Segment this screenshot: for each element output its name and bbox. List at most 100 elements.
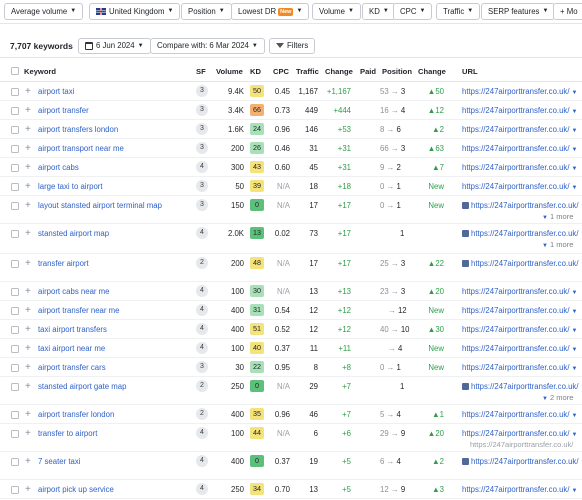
serp-features-badge[interactable]: 3 bbox=[196, 361, 208, 373]
filter-dropdown-1[interactable]: United Kingdom ▼ bbox=[89, 3, 181, 20]
serp-features-badge[interactable]: 4 bbox=[196, 455, 208, 467]
add-keyword-icon[interactable]: + bbox=[25, 382, 31, 392]
chevron-down-icon[interactable]: ▼ bbox=[571, 366, 577, 372]
filter-dropdown-2[interactable]: Position ▼ bbox=[181, 3, 232, 20]
add-keyword-icon[interactable]: + bbox=[25, 457, 31, 467]
keyword-link[interactable]: taxi airport transfers bbox=[38, 325, 107, 334]
row-checkbox[interactable] bbox=[11, 288, 19, 296]
filter-dropdown-3[interactable]: Lowest DR New ▼ bbox=[231, 3, 310, 20]
ranking-url[interactable]: https://247airporttransfer.co.uk/▼ bbox=[462, 287, 577, 296]
keyword-link[interactable]: stansted airport gate map bbox=[38, 382, 126, 391]
row-checkbox[interactable] bbox=[11, 345, 19, 353]
keyword-link[interactable]: transfer airport bbox=[38, 259, 89, 268]
col-cpc[interactable]: CPC bbox=[273, 67, 289, 76]
keyword-link[interactable]: airport transfer bbox=[38, 106, 89, 115]
add-keyword-icon[interactable]: + bbox=[25, 201, 31, 211]
filter-dropdown-5[interactable]: KD ▼ bbox=[362, 3, 396, 20]
ranking-url[interactable]: https://247airporttransfer.co.uk/▼ bbox=[462, 363, 577, 372]
chevron-down-icon[interactable]: ▼ bbox=[571, 290, 577, 296]
col-traffic[interactable]: Traffic bbox=[296, 67, 319, 76]
serp-features-badge[interactable]: 4 bbox=[196, 323, 208, 335]
col-position[interactable]: Position bbox=[382, 67, 412, 76]
more-urls-toggle[interactable]: ▼ 2 more bbox=[540, 393, 573, 402]
chevron-down-icon[interactable]: ▼ bbox=[571, 347, 577, 353]
keyword-link[interactable]: 7 seater taxi bbox=[38, 457, 80, 466]
filter-dropdown-9[interactable]: + Mo bbox=[553, 3, 582, 20]
col-url[interactable]: URL bbox=[462, 67, 478, 76]
ranking-url[interactable]: https://247airporttransfer.co.uk/▼ bbox=[462, 87, 577, 96]
add-keyword-icon[interactable]: + bbox=[25, 287, 31, 297]
row-checkbox[interactable] bbox=[11, 260, 19, 268]
add-keyword-icon[interactable]: + bbox=[25, 125, 31, 135]
add-keyword-icon[interactable]: + bbox=[25, 106, 31, 116]
col-kd[interactable]: KD bbox=[250, 67, 261, 76]
col-change[interactable]: Change bbox=[325, 67, 353, 76]
serp-features-badge[interactable]: 4 bbox=[196, 342, 208, 354]
add-keyword-icon[interactable]: + bbox=[25, 87, 31, 97]
chevron-down-icon[interactable]: ▼ bbox=[571, 90, 577, 96]
add-keyword-icon[interactable]: + bbox=[25, 485, 31, 495]
add-keyword-icon[interactable]: + bbox=[25, 410, 31, 420]
col-keyword[interactable]: Keyword bbox=[24, 67, 56, 76]
chevron-down-icon[interactable]: ▼ bbox=[571, 128, 577, 134]
row-checkbox[interactable] bbox=[11, 430, 19, 438]
keyword-link[interactable]: transfer to airport bbox=[38, 429, 97, 438]
ranking-url[interactable]: https://247airporttransfer.co.uk/▼ bbox=[462, 325, 577, 334]
serp-features-badge[interactable]: 3 bbox=[196, 123, 208, 135]
keyword-link[interactable]: airport transport near me bbox=[38, 144, 124, 153]
ranking-url[interactable]: https://247airporttransfer.co.uk/▼ bbox=[462, 201, 582, 210]
serp-features-badge[interactable]: 3 bbox=[196, 104, 208, 116]
more-urls-toggle[interactable]: ▼ 1 more bbox=[540, 240, 573, 249]
row-checkbox[interactable] bbox=[11, 326, 19, 334]
filter-dropdown-6[interactable]: CPC ▼ bbox=[393, 3, 433, 20]
col-position-change[interactable]: Change bbox=[418, 67, 446, 76]
row-checkbox[interactable] bbox=[11, 88, 19, 96]
row-checkbox[interactable] bbox=[11, 383, 19, 391]
keyword-link[interactable]: stansted airport map bbox=[38, 229, 109, 238]
filter-dropdown-4[interactable]: Volume ▼ bbox=[312, 3, 361, 20]
add-keyword-icon[interactable]: + bbox=[25, 344, 31, 354]
serp-features-badge[interactable]: 4 bbox=[196, 427, 208, 439]
row-checkbox[interactable] bbox=[11, 411, 19, 419]
row-checkbox[interactable] bbox=[11, 183, 19, 191]
add-keyword-icon[interactable]: + bbox=[25, 306, 31, 316]
col-volume[interactable]: Volume bbox=[216, 67, 243, 76]
ranking-url[interactable]: https://247airporttransfer.co.uk/▼ bbox=[462, 182, 577, 191]
keyword-link[interactable]: airport transfer cars bbox=[38, 363, 106, 372]
chevron-down-icon[interactable]: ▼ bbox=[571, 309, 577, 315]
add-keyword-icon[interactable]: + bbox=[25, 363, 31, 373]
chevron-down-icon[interactable]: ▼ bbox=[571, 432, 577, 438]
ranking-url[interactable]: https://247airporttransfer.co.uk/▼ bbox=[462, 410, 577, 419]
keyword-link[interactable]: airport taxi bbox=[38, 87, 74, 96]
keyword-link[interactable]: large taxi to airport bbox=[38, 182, 103, 191]
serp-features-badge[interactable]: 3 bbox=[196, 199, 208, 211]
serp-features-badge[interactable]: 4 bbox=[196, 285, 208, 297]
filter-dropdown-8[interactable]: SERP features ▼ bbox=[481, 3, 556, 20]
filter-dropdown-0[interactable]: Average volume ▼ bbox=[4, 3, 84, 20]
row-checkbox[interactable] bbox=[11, 202, 19, 210]
row-checkbox[interactable] bbox=[11, 230, 19, 238]
ranking-url[interactable]: https://247airporttransfer.co.uk/▼ bbox=[462, 259, 582, 268]
ranking-url[interactable]: https://247airporttransfer.co.uk/▼ bbox=[462, 429, 577, 438]
keyword-link[interactable]: taxi airport near me bbox=[38, 344, 105, 353]
chevron-down-icon[interactable]: ▼ bbox=[571, 413, 577, 419]
serp-features-badge[interactable]: 4 bbox=[196, 227, 208, 239]
keyword-link[interactable]: airport cabs near me bbox=[38, 287, 110, 296]
keyword-link[interactable]: airport transfer london bbox=[38, 410, 114, 419]
ranking-url[interactable]: https://247airporttransfer.co.uk/▼ bbox=[462, 306, 577, 315]
add-keyword-icon[interactable]: + bbox=[25, 429, 31, 439]
chevron-down-icon[interactable]: ▼ bbox=[571, 147, 577, 153]
keyword-link[interactable]: layout stansted airport terminal map bbox=[38, 201, 162, 210]
add-keyword-icon[interactable]: + bbox=[25, 163, 31, 173]
compare-dropdown[interactable]: Compare with: 6 Mar 2024 ▼ bbox=[150, 38, 265, 54]
ranking-url[interactable]: https://247airporttransfer.co.uk/▼ bbox=[462, 344, 577, 353]
serp-features-badge[interactable]: 4 bbox=[196, 161, 208, 173]
serp-features-badge[interactable]: 3 bbox=[196, 85, 208, 97]
chevron-down-icon[interactable]: ▼ bbox=[571, 185, 577, 191]
ranking-url[interactable]: https://247airporttransfer.co.uk/▼ bbox=[462, 485, 577, 494]
ranking-url[interactable]: https://247airporttransfer.co.uk/▼ bbox=[462, 229, 582, 238]
keyword-link[interactable]: airport transfers london bbox=[38, 125, 118, 134]
date-picker[interactable]: 6 Jun 2024 ▼ bbox=[78, 38, 151, 54]
add-keyword-icon[interactable]: + bbox=[25, 182, 31, 192]
more-urls-toggle[interactable]: ▼ 1 more bbox=[540, 212, 573, 221]
